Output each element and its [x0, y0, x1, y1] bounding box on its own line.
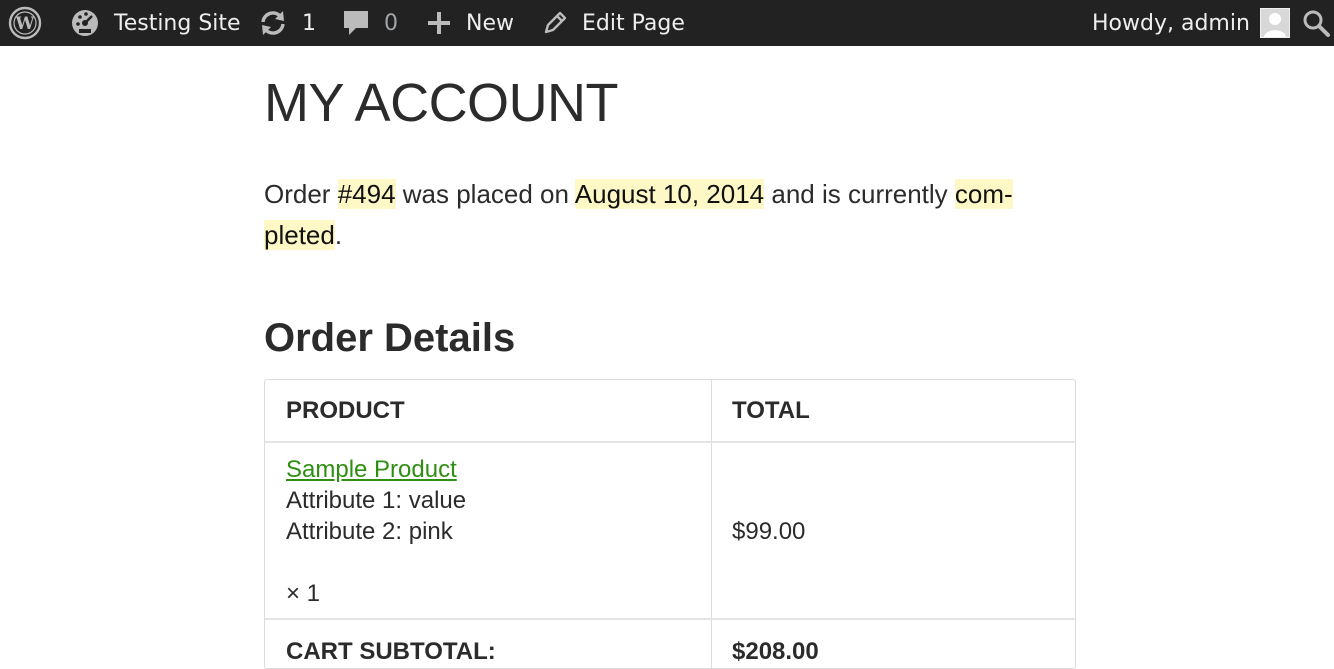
notice-suffix: .: [334, 220, 343, 250]
notice-mid1: was placed on: [395, 179, 575, 209]
notice-mid2: and is currently: [764, 179, 955, 209]
plus-icon: [426, 10, 452, 36]
edit-page-link[interactable]: Edit Page: [542, 0, 685, 46]
comments-icon: [342, 8, 370, 38]
new-content-menu[interactable]: New: [426, 0, 514, 46]
order-status-part2: pleted: [264, 220, 335, 250]
my-account-menu[interactable]: Howdy, admin: [1092, 0, 1290, 46]
notice-prefix: Order: [264, 179, 338, 209]
updates-count: 1: [302, 10, 316, 36]
updates-menu[interactable]: 1: [258, 0, 316, 46]
new-label: New: [466, 10, 514, 36]
greeting-label: Howdy, admin: [1092, 10, 1250, 36]
product-attribute-2: Attribute 2: pink: [286, 518, 453, 545]
admin-bar: W Testing Site 1 0 New Edit Page Howdy, …: [0, 0, 1334, 46]
svg-text:W: W: [14, 14, 35, 34]
column-header-product: PRODUCT: [286, 397, 405, 424]
search-icon[interactable]: [1302, 0, 1330, 46]
product-total: $99.00: [732, 518, 806, 545]
item-row-divider: [265, 618, 1075, 620]
site-name-label: Testing Site: [114, 10, 241, 36]
header-row-divider: [265, 441, 1075, 443]
order-details-heading: Order Details: [264, 316, 516, 360]
comments-menu[interactable]: 0: [342, 0, 398, 46]
product-link[interactable]: Sample Product: [286, 456, 457, 483]
product-cell: Sample Product Attribute 1: value Attrib…: [286, 454, 466, 547]
wordpress-logo-icon[interactable]: W: [8, 0, 42, 46]
order-date: August 10, 2014: [574, 179, 765, 209]
order-status-part1: com-: [954, 179, 1013, 209]
dashboard-icon: [70, 8, 100, 38]
order-details-table: PRODUCT TOTAL Sample Product Attribute 1…: [264, 379, 1076, 669]
avatar: [1259, 8, 1290, 38]
order-notice: Order #494 was placed on August 10, 2014…: [264, 174, 1044, 256]
edit-page-label: Edit Page: [582, 10, 685, 36]
column-divider: [711, 380, 712, 668]
product-quantity: × 1: [286, 580, 321, 607]
site-name-menu[interactable]: Testing Site: [70, 0, 241, 46]
pencil-icon: [542, 10, 568, 36]
order-number: #494: [337, 179, 396, 209]
comments-count: 0: [384, 10, 398, 36]
column-header-total: TOTAL: [732, 397, 810, 424]
page-title: MY ACCOUNT: [264, 73, 619, 133]
product-attribute-1: Attribute 1: value: [286, 487, 467, 514]
updates-icon: [258, 8, 288, 38]
